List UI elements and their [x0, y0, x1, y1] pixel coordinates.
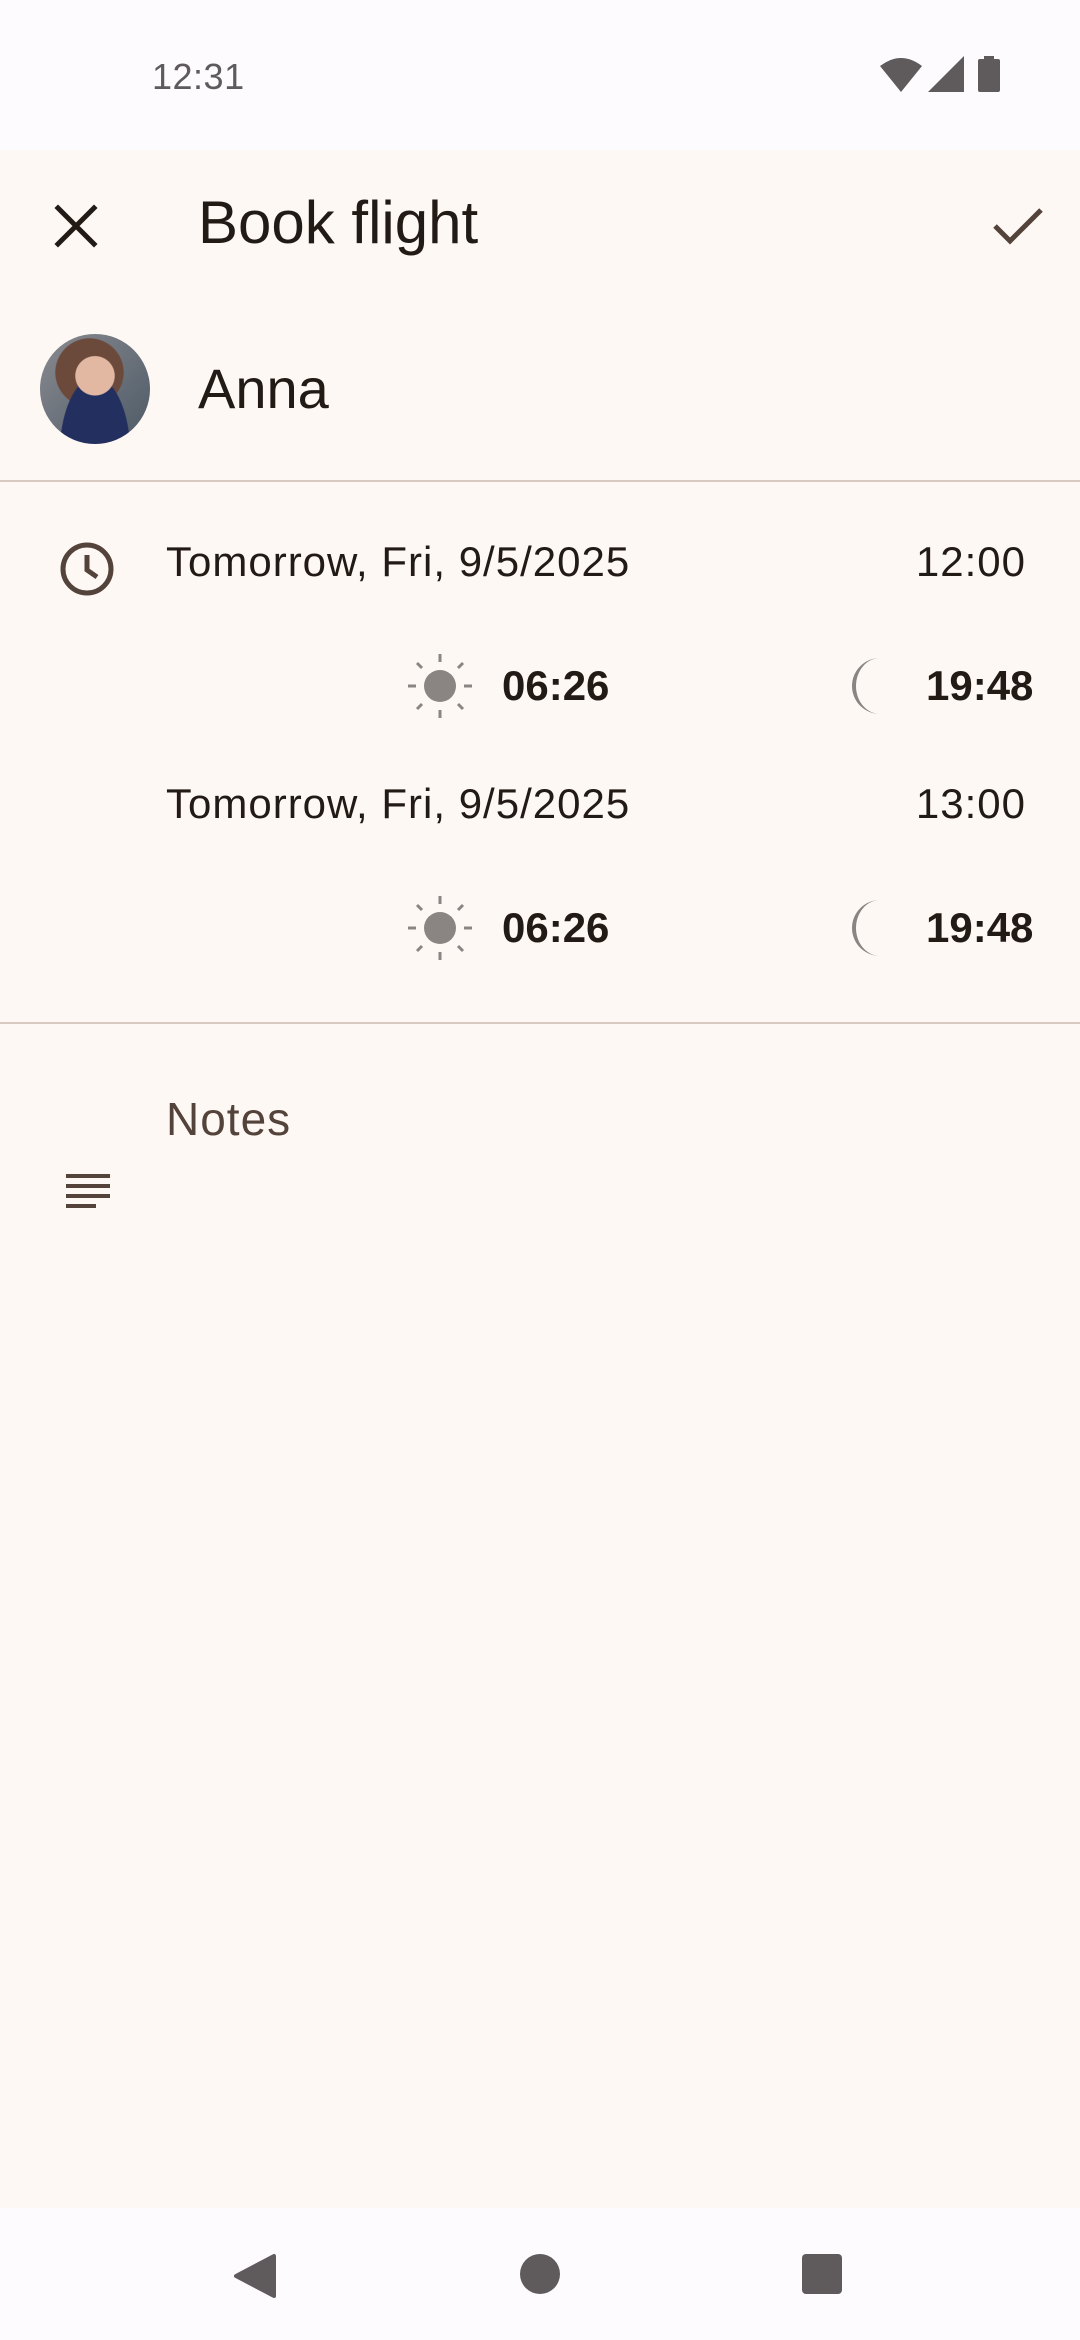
sunset-time: 19:48: [926, 904, 1034, 951]
sunrise-time: 06:26: [502, 662, 610, 709]
back-icon[interactable]: [232, 2252, 278, 2300]
end-date[interactable]: Tomorrow, Fri, 9/5/2025: [166, 780, 630, 828]
start-date-row[interactable]: Tomorrow, Fri, 9/5/2025 12:00: [166, 538, 1026, 598]
notes-icon: [66, 1174, 110, 1208]
battery-icon: [978, 56, 1000, 92]
end-sun-times: 06:26 19:48: [0, 896, 1080, 966]
recents-icon[interactable]: [800, 2252, 844, 2296]
end-date-row[interactable]: Tomorrow, Fri, 9/5/2025 13:00: [166, 780, 1026, 840]
close-button[interactable]: [34, 184, 118, 268]
divider: [0, 1022, 1080, 1024]
check-icon: [993, 208, 1043, 245]
status-bar: 12:31: [0, 0, 1080, 150]
status-time: 12:31: [152, 56, 245, 97]
close-icon: [54, 204, 98, 248]
start-sun-times: 06:26 19:48: [0, 654, 1080, 724]
wifi-icon: [880, 58, 922, 92]
start-time[interactable]: 12:00: [916, 538, 1026, 586]
navigation-bar: [0, 2208, 1080, 2340]
sunset-time: 19:48: [926, 662, 1034, 709]
top-app-bar: Book flight: [0, 150, 1080, 290]
moon-icon: [852, 658, 880, 714]
sun-icon: [408, 654, 472, 718]
notes-field[interactable]: Notes: [166, 1092, 291, 1146]
end-time[interactable]: 13:00: [916, 780, 1026, 828]
account-name: Anna: [198, 357, 329, 420]
status-icons: [880, 56, 1080, 96]
moon-icon: [852, 900, 880, 956]
account-row[interactable]: Anna: [0, 320, 1080, 460]
sun-icon: [408, 896, 472, 960]
sunrise-time: 06:26: [502, 904, 610, 951]
signal-icon: [928, 56, 964, 92]
divider: [0, 480, 1080, 482]
page-title: Book flight: [198, 189, 479, 256]
avatar: [40, 334, 150, 444]
home-icon[interactable]: [518, 2252, 562, 2296]
clock-icon: [60, 542, 114, 596]
save-button[interactable]: [976, 184, 1060, 268]
start-date[interactable]: Tomorrow, Fri, 9/5/2025: [166, 538, 630, 586]
